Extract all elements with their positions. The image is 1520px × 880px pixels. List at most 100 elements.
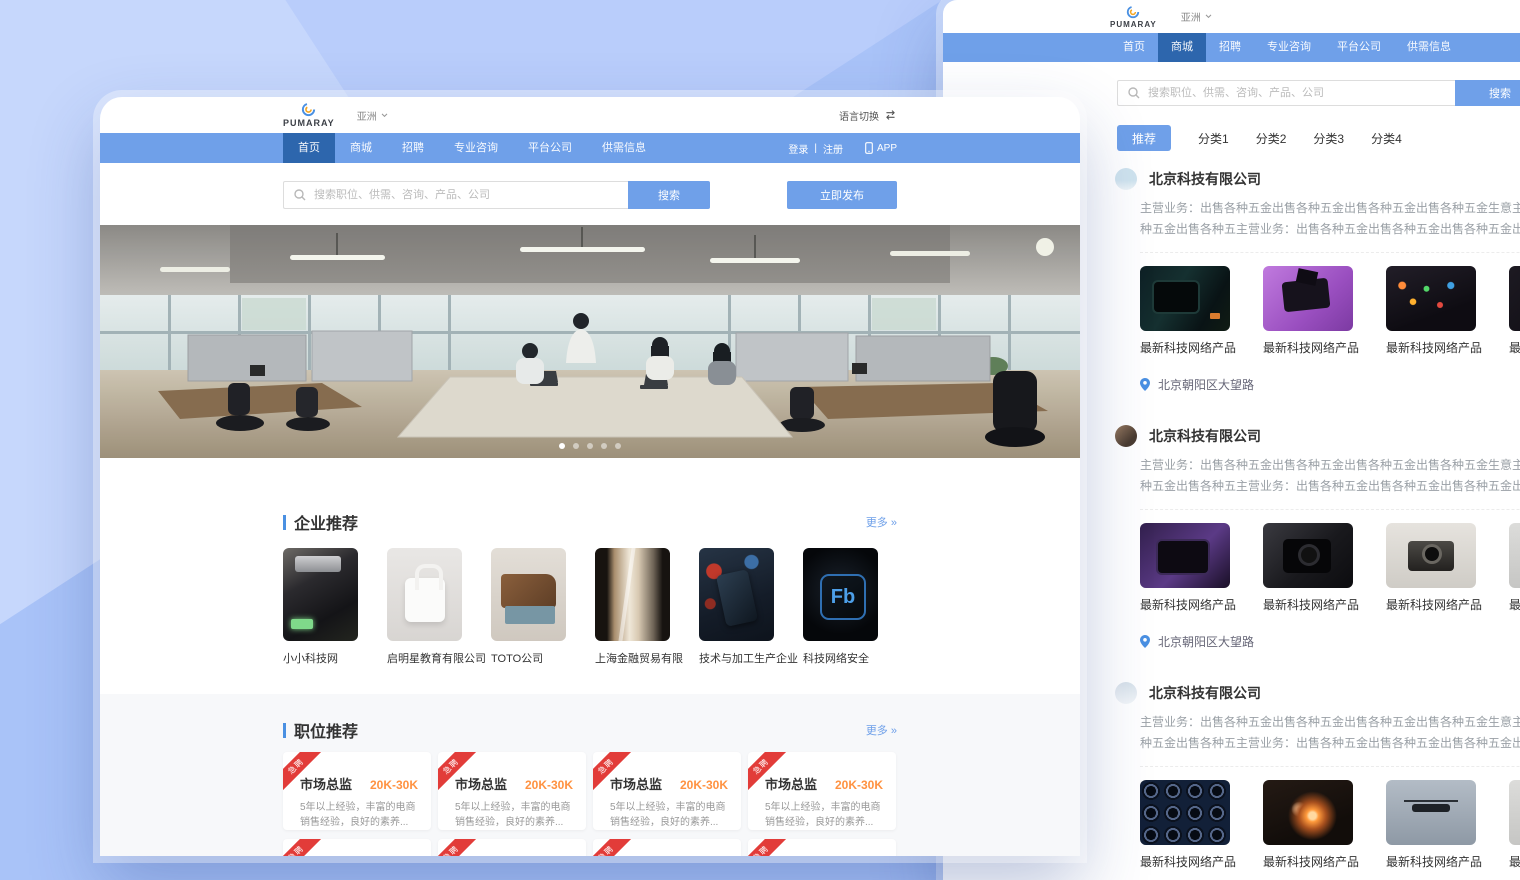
- enterprise-card[interactable]: TOTO公司: [491, 548, 566, 666]
- jobs-more-link[interactable]: 更多 »: [866, 722, 897, 738]
- nav-item-mall[interactable]: 商城: [335, 133, 387, 163]
- tab-recommended[interactable]: 推荐: [1117, 125, 1171, 151]
- carousel-dot-4[interactable]: [601, 443, 607, 449]
- tab-category-2[interactable]: 分类2: [1256, 130, 1287, 147]
- nav-item-companies[interactable]: 平台公司: [513, 133, 587, 163]
- company-listing: 北京科技有限公司 主营业务：出售各种五金出售各种五金出售各种五金出售各种五金生意…: [1115, 168, 1520, 393]
- search-button[interactable]: 搜索: [1455, 80, 1520, 106]
- enterprise-card[interactable]: 技术与加工生产企业: [699, 548, 774, 666]
- enterprise-more-link[interactable]: 更多 »: [866, 514, 897, 530]
- urgent-ribbon: 急聘: [438, 839, 480, 856]
- company-name[interactable]: 北京科技有限公司: [1149, 683, 1261, 703]
- product-card[interactable]: 最新科技网络产品: [1140, 523, 1230, 613]
- carousel-dot-1[interactable]: [559, 443, 565, 449]
- product-card[interactable]: 最新科技网络产品: [1263, 780, 1353, 870]
- publish-button[interactable]: 立即发布: [787, 181, 897, 209]
- nav-item-companies[interactable]: 平台公司: [1324, 33, 1394, 62]
- tab-category-1[interactable]: 分类1: [1198, 130, 1229, 147]
- nav-item-supply-demand[interactable]: 供需信息: [1394, 33, 1464, 62]
- product-card[interactable]: 最新科技网络产品: [1386, 266, 1476, 356]
- product-image-black-camera: [1263, 523, 1353, 588]
- listing-body: 主营业务：出售各种五金出售各种五金出售各种五金出售各种五金生意主营业务：出售各种…: [1140, 198, 1520, 393]
- product-image-mixing-console: [1386, 266, 1476, 331]
- product-card[interactable]: 最新科技网络产品: [1509, 523, 1520, 613]
- product-card[interactable]: 最新科技网络产品: [1140, 266, 1230, 356]
- product-card[interactable]: 最新科技网络产品: [1509, 266, 1520, 356]
- job-title: 市场总监: [455, 774, 507, 793]
- product-card[interactable]: 最新科技网络产品: [1386, 523, 1476, 613]
- product-row: 最新科技网络产品 最新科技网络产品 最新科技网络产品 最新科技网络产品: [1140, 252, 1520, 356]
- product-card[interactable]: 最新科技网络产品: [1263, 523, 1353, 613]
- product-label: 最新科技网络产品: [1509, 339, 1520, 356]
- register-link[interactable]: 注册: [823, 141, 843, 156]
- search-input[interactable]: [283, 181, 628, 209]
- enterprise-card[interactable]: Fb 科技网络安全: [803, 548, 878, 666]
- nav-item-mall[interactable]: 商城: [1158, 33, 1206, 62]
- language-switch-icon: [884, 110, 897, 120]
- language-switch-label: 语言切换: [839, 108, 879, 123]
- enterprise-card[interactable]: 启明星教育有限公司: [387, 548, 462, 666]
- enterprise-card-label: 小小科技网: [283, 650, 358, 666]
- search-button[interactable]: 搜索: [628, 181, 710, 209]
- enterprise-image-office-hallway: [595, 548, 670, 641]
- job-card[interactable]: 急聘 市场总监20K-30K 5年以上经验，丰富的电商销售经验，良好的素养...: [593, 839, 741, 856]
- listing-head: 北京科技有限公司: [1115, 425, 1520, 447]
- enterprise-image-hand-phone: [699, 548, 774, 641]
- tab-category-3[interactable]: 分类3: [1313, 130, 1344, 147]
- enterprise-section-title: 企业推荐: [294, 510, 358, 534]
- search-input[interactable]: [1117, 80, 1455, 106]
- product-row: 最新科技网络产品 最新科技网络产品 最新科技网络产品 最新科技网络产品: [1140, 509, 1520, 613]
- job-card[interactable]: 急聘 市场总监20K-30K 5年以上经验，丰富的电商销售经验，良好的素养...: [283, 839, 431, 856]
- job-card[interactable]: 急聘 市场总监20K-30K 5年以上经验，丰富的电商销售经验，良好的素养...: [438, 752, 586, 830]
- app-link[interactable]: APP: [865, 142, 897, 154]
- job-card[interactable]: 急聘 市场总监20K-30K 5年以上经验，丰富的电商销售经验，良好的素养...: [283, 752, 431, 830]
- job-salary: 20K-30K: [680, 778, 728, 792]
- product-image-camera-rig: [1263, 266, 1353, 331]
- product-card[interactable]: 最新科技网络产品: [1509, 780, 1520, 870]
- company-name[interactable]: 北京科技有限公司: [1149, 169, 1261, 189]
- region-label: 亚洲: [357, 108, 377, 123]
- carousel-dot-3[interactable]: [587, 443, 593, 449]
- brand-logo[interactable]: PUMARAY: [283, 102, 335, 128]
- job-description: 5年以上经验，丰富的电商销售经验，良好的素养...: [455, 800, 573, 830]
- region-dropdown[interactable]: 亚洲: [357, 108, 388, 123]
- urgent-ribbon: 急聘: [748, 839, 790, 856]
- nav-item-home[interactable]: 首页: [1110, 33, 1158, 62]
- phone-icon: [865, 142, 873, 154]
- company-name[interactable]: 北京科技有限公司: [1149, 426, 1261, 446]
- company-listing: 北京科技有限公司 主营业务：出售各种五金出售各种五金出售各种五金出售各种五金生意…: [1115, 425, 1520, 650]
- job-card[interactable]: 急聘 市场总监20K-30K 5年以上经验，丰富的电商销售经验，良好的素养...: [748, 839, 896, 856]
- nav-item-jobs[interactable]: 招聘: [387, 133, 439, 163]
- job-card[interactable]: 急聘 市场总监20K-30K 5年以上经验，丰富的电商销售经验，良好的素养...: [438, 839, 586, 856]
- enterprise-card-label: 科技网络安全: [803, 650, 878, 666]
- product-card[interactable]: 最新科技网络产品: [1386, 780, 1476, 870]
- enterprise-image-espresso-machine: [491, 548, 566, 641]
- nav-item-consulting[interactable]: 专业咨询: [439, 133, 513, 163]
- enterprise-section: 企业推荐 更多 » 小小科技网 启明星教育有限公司 TOTO公司 上海金融贸易有…: [283, 458, 897, 666]
- product-label: 最新科技网络产品: [1386, 339, 1476, 356]
- login-link[interactable]: 登录: [788, 141, 808, 156]
- job-card[interactable]: 急聘 市场总监20K-30K 5年以上经验，丰富的电商销售经验，良好的素养...: [748, 752, 896, 830]
- location-pin-icon: [1140, 635, 1150, 648]
- product-label: 最新科技网络产品: [1386, 596, 1476, 613]
- nav-item-home[interactable]: 首页: [283, 133, 335, 163]
- brand-logo[interactable]: PUMARAY: [1110, 5, 1157, 29]
- enterprise-card[interactable]: 小小科技网: [283, 548, 358, 666]
- login-register-divider: |: [814, 143, 817, 154]
- carousel-dot-5[interactable]: [615, 443, 621, 449]
- carousel-dot-2[interactable]: [573, 443, 579, 449]
- nav-item-supply-demand[interactable]: 供需信息: [587, 133, 661, 163]
- product-card[interactable]: 最新科技网络产品: [1140, 780, 1230, 870]
- jobs-section-title: 职位推荐: [294, 718, 358, 742]
- region-dropdown[interactable]: 亚洲: [1181, 9, 1212, 24]
- enterprise-card[interactable]: 上海金融贸易有限: [595, 548, 670, 666]
- job-card[interactable]: 急聘 市场总监20K-30K 5年以上经验，丰富的电商销售经验，良好的素养...: [593, 752, 741, 830]
- category-tabs: 推荐 分类1 分类2 分类3 分类4: [1117, 125, 1520, 151]
- tab-category-4[interactable]: 分类4: [1371, 130, 1402, 147]
- enterprise-card-label: 技术与加工生产企业: [699, 650, 774, 666]
- enterprise-image-white-bag: [387, 548, 462, 641]
- language-switch[interactable]: 语言切换: [839, 108, 897, 123]
- nav-item-jobs[interactable]: 招聘: [1206, 33, 1254, 62]
- product-card[interactable]: 最新科技网络产品: [1263, 266, 1353, 356]
- nav-item-consulting[interactable]: 专业咨询: [1254, 33, 1324, 62]
